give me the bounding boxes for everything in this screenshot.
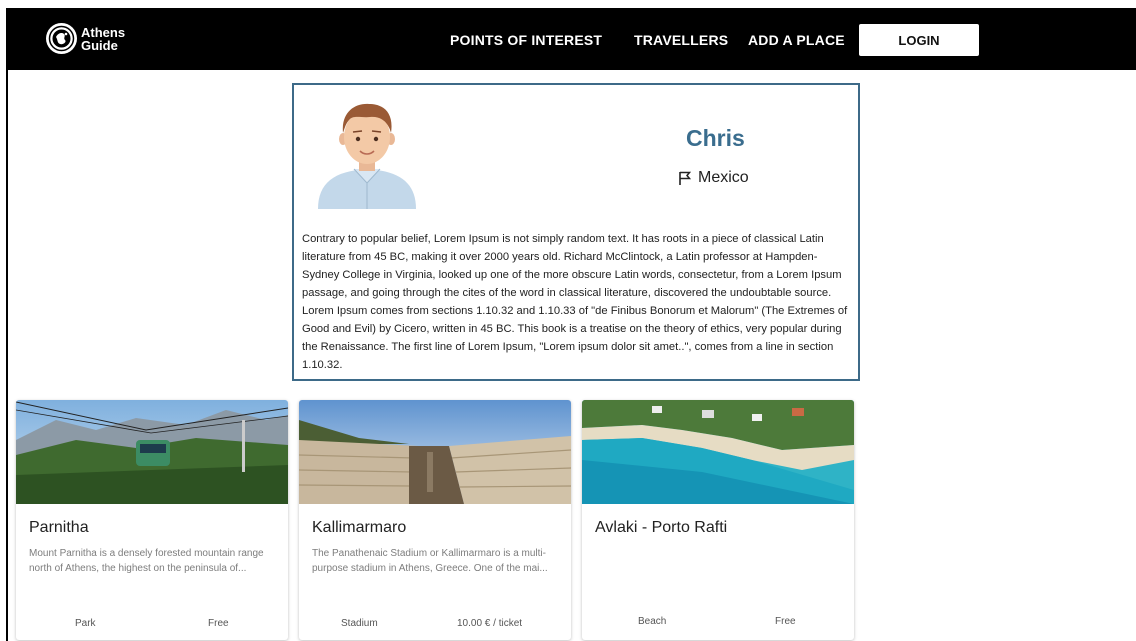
- place-description: Mount Parnitha is a densely forested mou…: [29, 548, 264, 574]
- place-card-kallimarmaro[interactable]: Kallimarmaro The Panathenaic Stadium or …: [299, 400, 571, 640]
- place-title: Parnitha: [29, 519, 89, 536]
- nav-add-a-place[interactable]: ADD A PLACE: [748, 32, 845, 48]
- place-category: Park: [75, 618, 96, 629]
- brand-name: Athens Guide: [81, 26, 125, 52]
- traveller-profile-card: Chris Mexico Contrary to popular belief,…: [292, 83, 860, 381]
- place-image-avlaki: [582, 400, 854, 504]
- flag-icon: [678, 171, 691, 185]
- globe-logo-icon: [46, 23, 77, 54]
- place-title: Avlaki - Porto Rafti: [595, 519, 728, 536]
- place-price: Free: [208, 618, 229, 629]
- place-price: 10.00 € / ticket: [457, 618, 523, 629]
- place-card-avlaki-porto-rafti[interactable]: Avlaki - Porto Rafti Beach Free: [582, 400, 854, 640]
- login-button[interactable]: LOGIN: [859, 24, 979, 56]
- brand[interactable]: Athens Guide: [46, 23, 125, 54]
- place-price: Free: [775, 616, 796, 627]
- page-left-border: [0, 8, 8, 641]
- country-name: Mexico: [698, 169, 749, 186]
- traveller-name: Chris: [686, 125, 745, 151]
- nav-travellers[interactable]: TRAVELLERS: [634, 32, 728, 48]
- brand-line-2: Guide: [81, 37, 118, 53]
- place-category: Beach: [638, 616, 667, 627]
- place-image-parnitha: [16, 400, 288, 504]
- traveller-bio: Contrary to popular belief, Lorem Ipsum …: [302, 233, 848, 371]
- place-description: The Panathenaic Stadium or Kallimarmaro …: [312, 548, 548, 574]
- brand-line-1: Athens: [81, 24, 126, 40]
- nav-points-of-interest[interactable]: POINTS OF INTEREST: [450, 32, 602, 48]
- place-title: Kallimarmaro: [312, 519, 407, 536]
- place-category: Stadium: [341, 618, 378, 629]
- page: Athens Guide POINTS OF INTEREST TRAVELLE…: [8, 8, 1136, 641]
- place-card-parnitha[interactable]: Parnitha Mount Parnitha is a densely for…: [16, 400, 288, 640]
- top-navbar: Athens Guide POINTS OF INTEREST TRAVELLE…: [8, 8, 1136, 70]
- place-image-kallimarmaro: [299, 400, 571, 504]
- traveller-country: Mexico: [678, 169, 749, 187]
- avatar: [314, 101, 420, 209]
